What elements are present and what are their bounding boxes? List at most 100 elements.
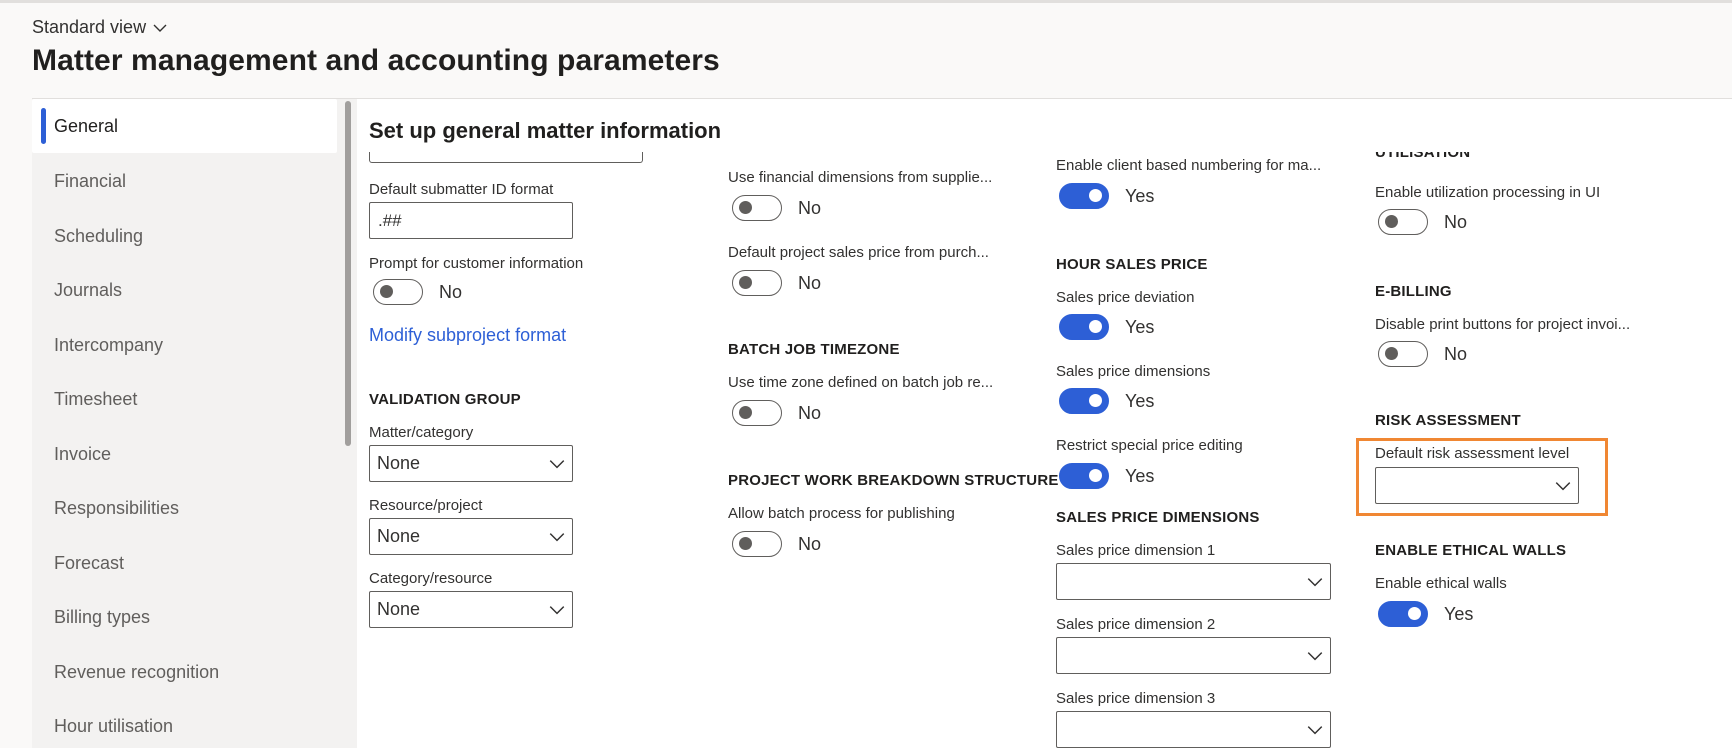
sales-price-deviation-toggle[interactable] [1059, 314, 1109, 340]
disable-print-label: Disable print buttons for project invoi.… [1375, 316, 1631, 333]
sidebar-item-journals[interactable]: Journals [32, 263, 337, 317]
sales-price-purch-label: Default project sales price from purch..… [728, 244, 989, 261]
batch-timezone-toggle[interactable] [732, 400, 782, 426]
sidebar-item-hour-utilisation[interactable]: Hour utilisation [32, 699, 337, 748]
batch-timezone-value: No [798, 402, 822, 423]
utilization-ui-toggle-row: No [1378, 209, 1467, 235]
prompt-customer-label: Prompt for customer information [369, 255, 584, 272]
top-divider [0, 0, 1732, 3]
utilization-ui-label: Enable utilization processing in UI [1375, 184, 1601, 201]
view-selector[interactable]: Standard view [32, 17, 168, 38]
page-title: Matter management and accounting paramet… [32, 44, 720, 77]
ethical-walls-heading: ENABLE ETHICAL WALLS [1375, 542, 1567, 559]
sidebar-item-general[interactable]: General [32, 99, 337, 153]
sidebar-item-revenue-recognition[interactable]: Revenue recognition [32, 645, 337, 699]
sidebar-item-financial[interactable]: Financial [32, 154, 337, 208]
sidebar-item-responsibilities[interactable]: Responsibilities [32, 481, 337, 535]
sales-price-deviation-toggle-row: Yes [1059, 314, 1154, 340]
spd2-label: Sales price dimension 2 [1056, 616, 1216, 633]
sales-price-purch-toggle-row: No [732, 270, 821, 296]
resource-project-label: Resource/project [369, 497, 483, 514]
utilisation-heading: UTILISATION [1375, 152, 1471, 161]
sidebar-scrollbar[interactable] [345, 101, 351, 446]
prompt-customer-toggle[interactable] [373, 279, 423, 305]
spd3-label: Sales price dimension 3 [1056, 690, 1216, 707]
category-resource-label: Category/resource [369, 570, 493, 587]
chevron-down-icon [153, 24, 167, 32]
ethical-walls-value: Yes [1444, 603, 1474, 624]
sidebar-item-invoice[interactable]: Invoice [32, 427, 337, 481]
spd1-label: Sales price dimension 1 [1056, 542, 1216, 559]
sales-price-purch-value: No [798, 272, 822, 293]
sidebar-item-billing-types[interactable]: Billing types [32, 590, 337, 644]
restrict-price-editing-toggle[interactable] [1059, 463, 1109, 489]
prompt-customer-toggle-row: No [373, 279, 462, 305]
ethical-walls-toggle[interactable] [1378, 601, 1428, 627]
client-numbering-label: Enable client based numbering for ma... [1056, 157, 1322, 174]
client-numbering-toggle-row: Yes [1059, 183, 1154, 209]
chevron-down-icon [549, 605, 565, 614]
fin-dim-supplier-value: No [798, 197, 822, 218]
client-numbering-value: Yes [1125, 185, 1155, 206]
matter-category-label: Matter/category [369, 424, 474, 441]
category-resource-select[interactable]: None [369, 591, 573, 628]
client-numbering-toggle[interactable] [1059, 183, 1109, 209]
batch-timezone-heading: BATCH JOB TIMEZONE [728, 341, 900, 358]
fin-dim-supplier-toggle-row: No [732, 195, 821, 221]
wbs-heading: PROJECT WORK BREAKDOWN STRUCTURE [728, 472, 1059, 489]
fin-dim-supplier-label: Use financial dimensions from supplie... [728, 169, 993, 186]
batch-timezone-label: Use time zone defined on batch job re... [728, 374, 994, 391]
submatter-format-label: Default submatter ID format [369, 181, 554, 198]
batch-publish-toggle-row: No [732, 531, 821, 557]
sales-price-purch-toggle[interactable] [732, 270, 782, 296]
fin-dim-supplier-toggle[interactable] [732, 195, 782, 221]
submatter-format-input[interactable]: .## [369, 202, 573, 239]
section-title: Set up general matter information [369, 118, 722, 143]
utilization-ui-toggle[interactable] [1378, 209, 1428, 235]
prompt-customer-value: No [439, 281, 463, 302]
matter-category-select[interactable]: None [369, 445, 573, 482]
e-billing-heading: E-BILLING [1375, 283, 1452, 300]
sales-price-deviation-value: Yes [1125, 316, 1155, 337]
content-panel: Set up general matter information Defaul… [357, 98, 1732, 748]
batch-timezone-toggle-row: No [732, 400, 821, 426]
risk-assessment-heading: RISK ASSESSMENT [1375, 412, 1521, 429]
view-selector-label: Standard view [32, 17, 147, 37]
spd1-select[interactable] [1056, 563, 1331, 600]
sidebar-nav: General Financial Scheduling Journals In… [32, 98, 357, 748]
resource-project-select[interactable]: None [369, 518, 573, 555]
sales-price-dimensions-toggle[interactable] [1059, 388, 1109, 414]
sidebar-item-timesheet[interactable]: Timesheet [32, 372, 337, 426]
restrict-price-editing-label: Restrict special price editing [1056, 437, 1243, 454]
spd3-select[interactable] [1056, 711, 1331, 748]
hour-sales-price-heading: HOUR SALES PRICE [1056, 256, 1208, 273]
restrict-price-editing-toggle-row: Yes [1059, 463, 1154, 489]
ethical-walls-label: Enable ethical walls [1375, 575, 1507, 592]
risk-assessment-highlight [1356, 438, 1608, 516]
sidebar-item-forecast[interactable]: Forecast [32, 536, 337, 590]
batch-publish-toggle[interactable] [732, 531, 782, 557]
sales-price-dimensions-value: Yes [1125, 390, 1155, 411]
sidebar-item-scheduling[interactable]: Scheduling [32, 209, 337, 263]
spd2-select[interactable] [1056, 637, 1331, 674]
sales-price-dimensions-label: Sales price dimensions [1056, 363, 1211, 380]
batch-publish-label: Allow batch process for publishing [728, 505, 955, 522]
restrict-price-editing-value: Yes [1125, 465, 1155, 486]
ethical-walls-toggle-row: Yes [1378, 601, 1473, 627]
chevron-down-icon [1307, 651, 1323, 660]
validation-group-heading: VALIDATION GROUP [369, 391, 521, 408]
chevron-down-icon [549, 459, 565, 468]
sidebar-item-intercompany[interactable]: Intercompany [32, 318, 337, 372]
sales-price-dimensions-heading: SALES PRICE DIMENSIONS [1056, 509, 1260, 526]
chevron-down-icon [549, 532, 565, 541]
sales-price-dimensions-toggle-row: Yes [1059, 388, 1154, 414]
disable-print-value: No [1444, 343, 1468, 364]
utilization-ui-value: No [1444, 211, 1468, 232]
chevron-down-icon [1307, 725, 1323, 734]
disable-print-toggle[interactable] [1378, 341, 1428, 367]
batch-publish-value: No [798, 533, 822, 554]
truncated-input-above[interactable] [369, 152, 643, 163]
chevron-down-icon [1307, 577, 1323, 586]
modify-subproject-format-link[interactable]: Modify subproject format [369, 325, 566, 346]
disable-print-toggle-row: No [1378, 341, 1467, 367]
